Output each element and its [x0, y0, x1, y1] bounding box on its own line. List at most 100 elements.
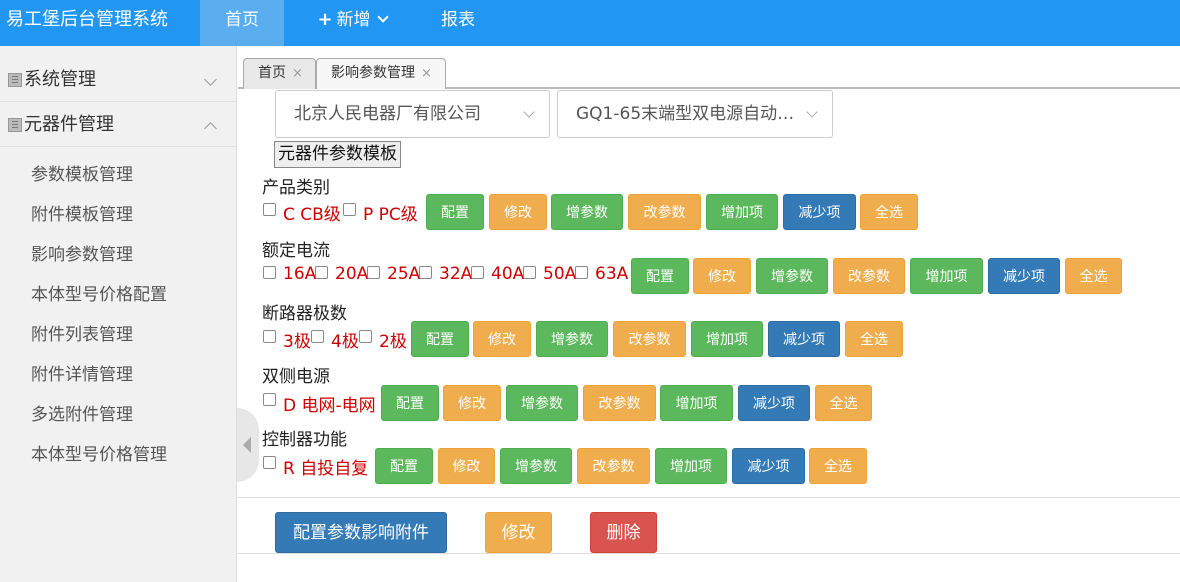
chevron-down-icon — [376, 11, 389, 23]
add-item-button[interactable]: 增加项 — [655, 448, 727, 484]
select-all-button[interactable]: 全选 — [1065, 258, 1122, 294]
select-all-button[interactable]: 全选 — [809, 448, 867, 484]
company-select-value: 北京人民电器厂有限公司 — [294, 104, 481, 124]
option-label: 20A — [335, 264, 369, 284]
option-label: 16A — [283, 264, 317, 284]
divider — [238, 497, 1180, 498]
option-checkbox[interactable] — [575, 266, 588, 279]
option-checkbox[interactable] — [311, 330, 324, 343]
config-button[interactable]: 配置 — [426, 194, 484, 230]
chevron-up-icon — [204, 122, 217, 135]
add-param-button[interactable]: 增参数 — [500, 448, 572, 484]
nav-report[interactable]: 报表 — [420, 0, 496, 46]
sidebar: 系统管理 元器件管理 参数模板管理 附件模板管理 影响参数管理 本体型号价格配置… — [0, 46, 237, 582]
reduce-item-button[interactable]: 减少项 — [768, 321, 840, 357]
app-title: 易工堡后台管理系统 — [6, 9, 168, 30]
tab-label: 影响参数管理 — [331, 65, 415, 81]
nav-add-label: 新增 — [336, 10, 371, 30]
modify-button[interactable]: 修改 — [443, 385, 501, 421]
sidebar-group-components[interactable]: 元器件管理 — [0, 103, 237, 147]
tab-impact-params[interactable]: 影响参数管理 × — [316, 58, 446, 89]
change-param-button[interactable]: 改参数 — [613, 321, 686, 357]
option-checkbox[interactable] — [471, 266, 484, 279]
product-select-value: GQ1-65末端型双电源自动… — [576, 104, 795, 124]
select-all-button[interactable]: 全选 — [845, 321, 903, 357]
section-title-dual-power: 双侧电源 — [262, 367, 330, 387]
tab-home[interactable]: 首页 × — [243, 58, 316, 89]
divider — [238, 553, 1180, 554]
add-param-button[interactable]: 增参数 — [756, 258, 828, 294]
sidebar-item-model-price-config[interactable]: 本体型号价格配置 — [31, 280, 167, 305]
sidebar-item-multiselect-attachment[interactable]: 多选附件管理 — [31, 400, 133, 425]
sidebar-item-impact-params[interactable]: 影响参数管理 — [31, 240, 133, 265]
modify-button[interactable]: 修改 — [489, 194, 547, 230]
section-title-breaker-poles: 断路器极数 — [262, 304, 347, 324]
option-checkbox[interactable] — [263, 393, 276, 406]
add-item-button[interactable]: 增加项 — [910, 258, 983, 294]
sidebar-item-model-price-manage[interactable]: 本体型号价格管理 — [31, 440, 167, 465]
add-param-button[interactable]: 增参数 — [506, 385, 578, 421]
option-checkbox[interactable] — [359, 330, 372, 343]
option-label: 2极 — [379, 332, 407, 352]
add-item-button[interactable]: 增加项 — [660, 385, 733, 421]
component-template-button[interactable]: 元器件参数模板 — [274, 141, 401, 168]
sidebar-item-attachment-list[interactable]: 附件列表管理 — [31, 320, 133, 345]
reduce-item-button[interactable]: 减少项 — [988, 258, 1060, 294]
tab-bar: 首页 × 影响参数管理 × — [238, 46, 1180, 89]
option-checkbox[interactable] — [523, 266, 536, 279]
delete-button[interactable]: 删除 — [590, 512, 657, 553]
option-label: 25A — [387, 264, 421, 284]
add-param-button[interactable]: 增参数 — [551, 194, 623, 230]
section-title-rated-current: 额定电流 — [262, 241, 330, 261]
sidebar-item-attachment-detail[interactable]: 附件详情管理 — [31, 360, 133, 385]
config-button[interactable]: 配置 — [631, 258, 689, 294]
modify-button[interactable]: 修改 — [473, 321, 531, 357]
option-label: 3极 — [283, 332, 311, 352]
change-param-button[interactable]: 改参数 — [583, 385, 656, 421]
product-select[interactable]: GQ1-65末端型双电源自动… — [557, 90, 833, 138]
option-label: 63A — [595, 264, 629, 284]
company-select[interactable]: 北京人民电器厂有限公司 — [275, 90, 550, 138]
chevron-down-icon — [204, 73, 217, 86]
select-all-button[interactable]: 全选 — [860, 194, 918, 230]
modify-button[interactable]: 修改 — [438, 448, 495, 484]
section-title-product-category: 产品类别 — [262, 178, 330, 198]
list-icon — [8, 73, 22, 87]
option-checkbox[interactable] — [367, 266, 380, 279]
change-param-button[interactable]: 改参数 — [577, 448, 650, 484]
close-icon[interactable]: × — [292, 66, 303, 81]
select-all-button[interactable]: 全选 — [815, 385, 872, 421]
sidebar-group-system[interactable]: 系统管理 — [0, 58, 237, 102]
add-item-button[interactable]: 增加项 — [706, 194, 778, 230]
config-button[interactable]: 配置 — [375, 448, 433, 484]
option-checkbox[interactable] — [315, 266, 328, 279]
sidebar-item-param-template[interactable]: 参数模板管理 — [31, 160, 133, 185]
reduce-item-button[interactable]: 减少项 — [783, 194, 856, 230]
option-checkbox[interactable] — [263, 266, 276, 279]
option-checkbox[interactable] — [263, 456, 276, 469]
option-label: C CB级 — [283, 205, 341, 225]
modify-button[interactable]: 修改 — [693, 258, 751, 294]
change-param-button[interactable]: 改参数 — [628, 194, 701, 230]
option-checkbox[interactable] — [263, 330, 276, 343]
option-checkbox[interactable] — [263, 203, 276, 216]
sidebar-collapse-handle[interactable] — [237, 408, 259, 482]
nav-home[interactable]: 首页 — [200, 0, 284, 46]
close-icon[interactable]: × — [421, 66, 432, 81]
option-label: P PC级 — [363, 205, 418, 225]
sidebar-item-attachment-template[interactable]: 附件模板管理 — [31, 200, 133, 225]
reduce-item-button[interactable]: 减少项 — [732, 448, 805, 484]
config-button[interactable]: 配置 — [411, 321, 469, 357]
option-checkbox[interactable] — [343, 203, 356, 216]
add-item-button[interactable]: 增加项 — [691, 321, 763, 357]
change-param-button[interactable]: 改参数 — [833, 258, 905, 294]
reduce-item-button[interactable]: 减少项 — [738, 385, 810, 421]
config-impact-attachment-button[interactable]: 配置参数影响附件 — [275, 512, 447, 553]
add-param-button[interactable]: 增参数 — [536, 321, 608, 357]
config-button[interactable]: 配置 — [381, 385, 439, 421]
footer-modify-button[interactable]: 修改 — [485, 512, 552, 553]
chevron-down-icon — [523, 106, 535, 118]
option-label: 50A — [543, 264, 577, 284]
nav-add-menu[interactable]: + 新增 — [302, 0, 402, 46]
option-checkbox[interactable] — [419, 266, 432, 279]
